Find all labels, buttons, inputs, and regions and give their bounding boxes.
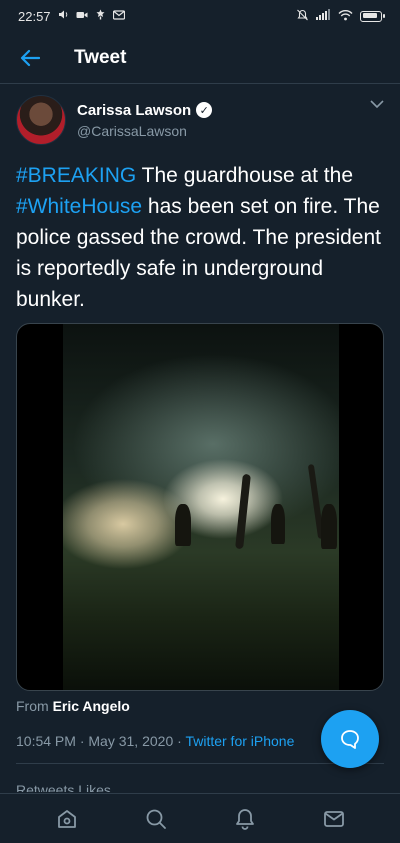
- volume-icon: [58, 9, 69, 23]
- from-name-link[interactable]: Eric Angelo: [53, 698, 130, 714]
- video-frame: [63, 324, 339, 690]
- mute-icon: [296, 9, 309, 24]
- verified-badge-icon: ✓: [196, 102, 213, 118]
- hashtag-whitehouse[interactable]: #WhiteHouse: [16, 195, 142, 218]
- chevron-down-icon[interactable]: [370, 96, 384, 112]
- divider: [16, 763, 384, 764]
- tweet-text-part: The guardhouse at the: [136, 164, 353, 187]
- battery-icon: [360, 10, 385, 22]
- compose-reply-icon: [341, 730, 359, 749]
- notifications-icon: [235, 808, 254, 830]
- signal-icon: [316, 9, 331, 23]
- top-app-bar: Tweet: [0, 32, 400, 84]
- tweet-source-link[interactable]: Twitter for iPhone: [185, 733, 294, 749]
- notification-icon: [95, 9, 106, 23]
- tweet-meta: 10:54 PM · May 31, 2020 · Twitter for iP…: [16, 733, 294, 749]
- tab-notifications[interactable]: [220, 799, 270, 839]
- tab-messages[interactable]: [309, 799, 359, 839]
- video-icon: [76, 10, 88, 23]
- tweet-text: #BREAKING The guardhouse at the #WhiteHo…: [16, 160, 388, 315]
- messages-icon: [323, 810, 344, 827]
- meta-separator: ·: [173, 733, 186, 749]
- author-handle[interactable]: @CarissaLawson: [77, 123, 212, 139]
- page-title: Tweet: [74, 46, 127, 68]
- tweet-stats[interactable]: Retweets Likes: [16, 782, 111, 792]
- meta-separator: ·: [75, 733, 89, 749]
- tab-search[interactable]: [131, 799, 181, 839]
- home-icon: [57, 809, 76, 828]
- tab-home[interactable]: [42, 799, 92, 839]
- reply-fab-button[interactable]: [321, 710, 379, 768]
- from-attribution: From Eric Angelo: [16, 698, 130, 714]
- mail-icon: [112, 9, 125, 23]
- hashtag-breaking[interactable]: #BREAKING: [16, 164, 136, 187]
- back-arrow-icon: [20, 49, 40, 66]
- author-display-name[interactable]: Carissa Lawson: [77, 102, 191, 119]
- search-icon: [146, 809, 166, 829]
- from-label: From: [16, 698, 53, 714]
- avatar[interactable]: [16, 95, 66, 145]
- tweet-time: 10:54 PM: [16, 733, 76, 749]
- back-button[interactable]: [0, 32, 60, 84]
- status-bar: 22:57: [0, 0, 400, 32]
- tweet-author: Carissa Lawson ✓ @CarissaLawson: [16, 94, 384, 146]
- bottom-nav: [0, 793, 400, 843]
- wifi-icon: [338, 9, 353, 24]
- tweet-date: May 31, 2020: [88, 733, 174, 749]
- tweet-media-video[interactable]: [16, 323, 384, 691]
- status-time: 22:57: [18, 8, 51, 24]
